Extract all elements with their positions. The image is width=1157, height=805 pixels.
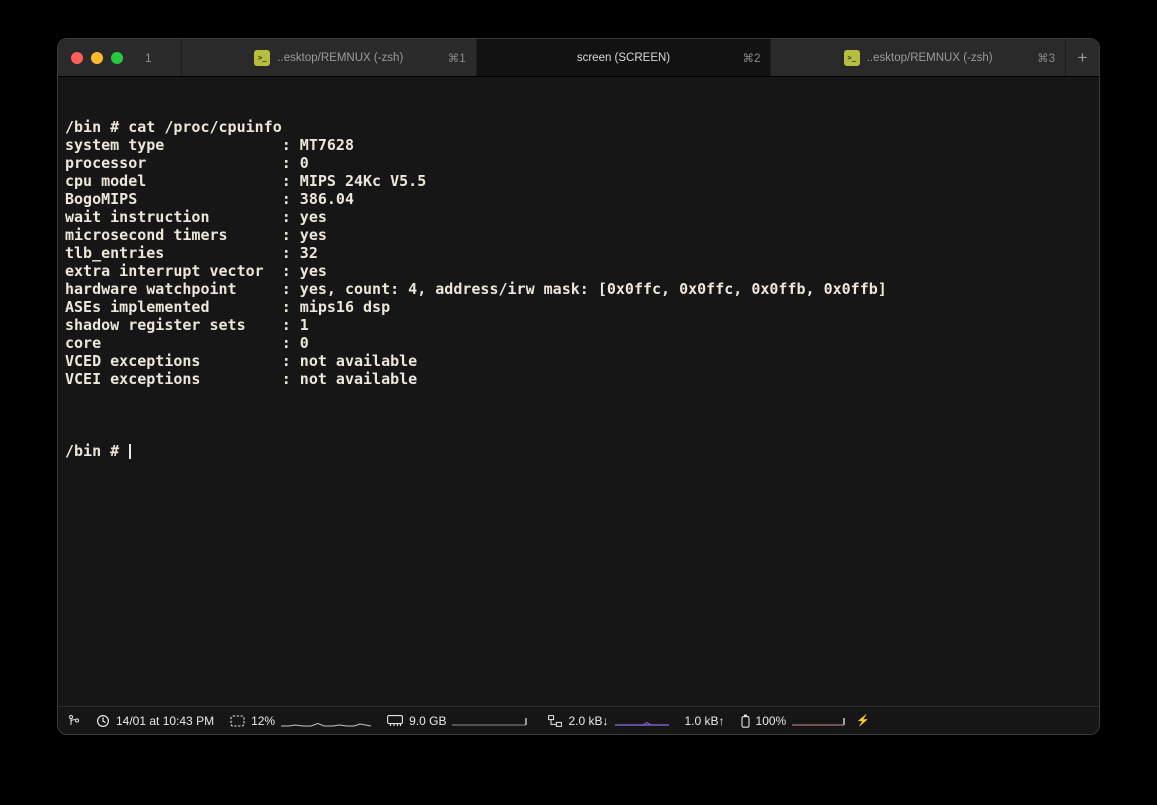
tab-label: ..esktop/REMNUX (-zsh)	[867, 52, 993, 64]
traffic-lights: 1	[58, 39, 181, 76]
terminal-line: VCEI exceptions : not available	[65, 370, 1091, 388]
terminal-app-icon: >_	[844, 50, 860, 66]
cpu-icon	[230, 715, 245, 727]
net-up-label: 1.0 kB↑	[685, 714, 725, 728]
session-indicator: 1	[145, 51, 152, 65]
battery-gauge	[792, 714, 850, 728]
cpu-percent-label: 12%	[251, 714, 275, 728]
battery-icon	[741, 714, 750, 728]
terminal-line: core : 0	[65, 334, 1091, 352]
status-bar: 14/01 at 10:43 PM 12% 9.0	[58, 706, 1099, 734]
tab-remnux-2[interactable]: >_ ..esktop/REMNUX (-zsh) ⌘3	[770, 39, 1065, 76]
terminal-line: tlb_entries : 32	[65, 244, 1091, 262]
branch-icon	[68, 714, 80, 727]
clock-group: 14/01 at 10:43 PM	[96, 714, 214, 728]
terminal-app-icon-glyph: >_	[258, 54, 266, 62]
terminal-prompt: /bin #	[65, 442, 128, 460]
terminal-app-icon: >_	[254, 50, 270, 66]
terminal-line: processor : 0	[65, 154, 1091, 172]
cpu-group: 12%	[230, 714, 371, 728]
net-down-sparkline	[615, 714, 669, 728]
terminal-cursor	[129, 444, 131, 459]
new-tab-button[interactable]: +	[1065, 39, 1099, 76]
terminal-line: /bin # cat /proc/cpuinfo	[65, 118, 1091, 136]
fullscreen-window-button[interactable]	[111, 52, 123, 64]
terminal-line: BogoMIPS : 386.04	[65, 190, 1091, 208]
terminal-line: microsecond timers : yes	[65, 226, 1091, 244]
tab-label: screen (SCREEN)	[577, 52, 670, 64]
memory-label: 9.0 GB	[409, 714, 446, 728]
minimize-window-button[interactable]	[91, 52, 103, 64]
terminal-line: extra interrupt vector : yes	[65, 262, 1091, 280]
terminal-line: system type : MT7628	[65, 136, 1091, 154]
terminal-window: 1 >_ ..esktop/REMNUX (-zsh) ⌘1 screen (S…	[57, 38, 1100, 735]
cpu-sparkline	[281, 714, 371, 728]
terminal-line: shadow register sets : 1	[65, 316, 1091, 334]
datetime-label: 14/01 at 10:43 PM	[116, 714, 214, 728]
network-icon	[548, 715, 562, 727]
terminal-prompt-line: /bin #	[65, 442, 1091, 460]
memory-group: 9.0 GB	[387, 714, 532, 728]
tab-shortcut: ⌘3	[1037, 51, 1055, 65]
tab-bar: 1 >_ ..esktop/REMNUX (-zsh) ⌘1 screen (S…	[58, 39, 1099, 77]
net-down-label: 2.0 kB↓	[568, 714, 608, 728]
terminal-line: VCED exceptions : not available	[65, 352, 1091, 370]
terminal-app-icon-glyph: >_	[848, 54, 856, 62]
close-window-button[interactable]	[71, 52, 83, 64]
battery-group: 100% ⚡	[741, 714, 870, 728]
terminal-line: hardware watchpoint : yes, count: 4, add…	[65, 280, 1091, 298]
memory-icon	[387, 715, 403, 727]
tab-shortcut: ⌘1	[448, 51, 466, 65]
charging-bolt-icon: ⚡	[856, 714, 870, 727]
network-down-group: 2.0 kB↓	[548, 714, 668, 728]
clock-icon	[96, 714, 110, 728]
tab-label: ..esktop/REMNUX (-zsh)	[277, 52, 403, 64]
tab-remnux-1[interactable]: >_ ..esktop/REMNUX (-zsh) ⌘1	[181, 39, 476, 76]
terminal-line	[65, 388, 1091, 406]
tab-shortcut: ⌘2	[742, 51, 760, 65]
tab-screen[interactable]: screen (SCREEN) ⌘2	[476, 39, 771, 76]
terminal-output[interactable]: /bin # cat /proc/cpuinfosystem type : MT…	[58, 77, 1099, 706]
terminal-line: wait instruction : yes	[65, 208, 1091, 226]
terminal-line: cpu model : MIPS 24Kc V5.5	[65, 172, 1091, 190]
memory-gauge	[452, 714, 532, 728]
battery-percent-label: 100%	[756, 714, 787, 728]
terminal-line: ASEs implemented : mips16 dsp	[65, 298, 1091, 316]
network-up-group: 1.0 kB↑	[685, 714, 725, 728]
terminal-lines: /bin # cat /proc/cpuinfosystem type : MT…	[65, 118, 1091, 406]
